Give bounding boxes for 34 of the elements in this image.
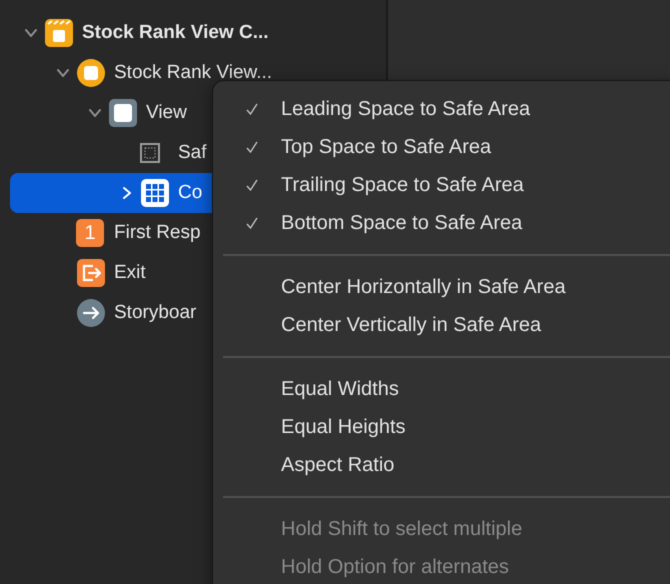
outline-row[interactable]: Stock Rank View... [10,53,386,93]
outline-label: Saf [178,142,207,164]
chevron-down-icon[interactable] [88,106,102,120]
menu-item[interactable]: Center Horizontally in Safe Area [213,268,670,306]
outline-label: Stock Rank View C... [82,22,269,44]
chevron-down-icon[interactable] [56,66,70,80]
outline-label: First Resp [114,222,201,244]
checkmark-icon [245,216,259,230]
checkmark-icon [245,178,259,192]
outline-label: View [146,102,187,124]
menu-item[interactable]: Aspect Ratio [213,446,670,484]
chevron-down-icon[interactable] [24,26,38,40]
outline-label: Co [178,182,202,204]
menu-item: Hold Shift to select multiple [280,516,524,542]
exit-icon [76,258,106,288]
checkmark-icon [245,102,259,116]
first-responder-badge: 1 [76,219,104,247]
checkmark-icon [245,140,259,154]
outline-label: Storyboar [114,302,196,324]
menu-item[interactable]: Top Space to Safe Area [213,128,670,166]
scene-icon [44,18,74,48]
menu-item[interactable]: Equal Widths [213,370,670,408]
safe-area-icon [140,143,160,163]
menu-item: Hold Option for alternates [280,554,510,580]
menu-item[interactable]: Equal Heights [213,408,670,446]
menu-item[interactable]: Center Vertically in Safe Area [213,306,670,344]
chevron-right-icon[interactable] [120,186,134,200]
grid-icon [140,178,170,208]
view-controller-icon [76,58,106,88]
view-icon [108,98,138,128]
menu-item[interactable]: Leading Space to Safe Area [213,90,670,128]
outline-label: Exit [114,262,146,284]
outline-label: Stock Rank View... [114,62,272,84]
outline-row[interactable]: Stock Rank View C... [10,13,386,53]
